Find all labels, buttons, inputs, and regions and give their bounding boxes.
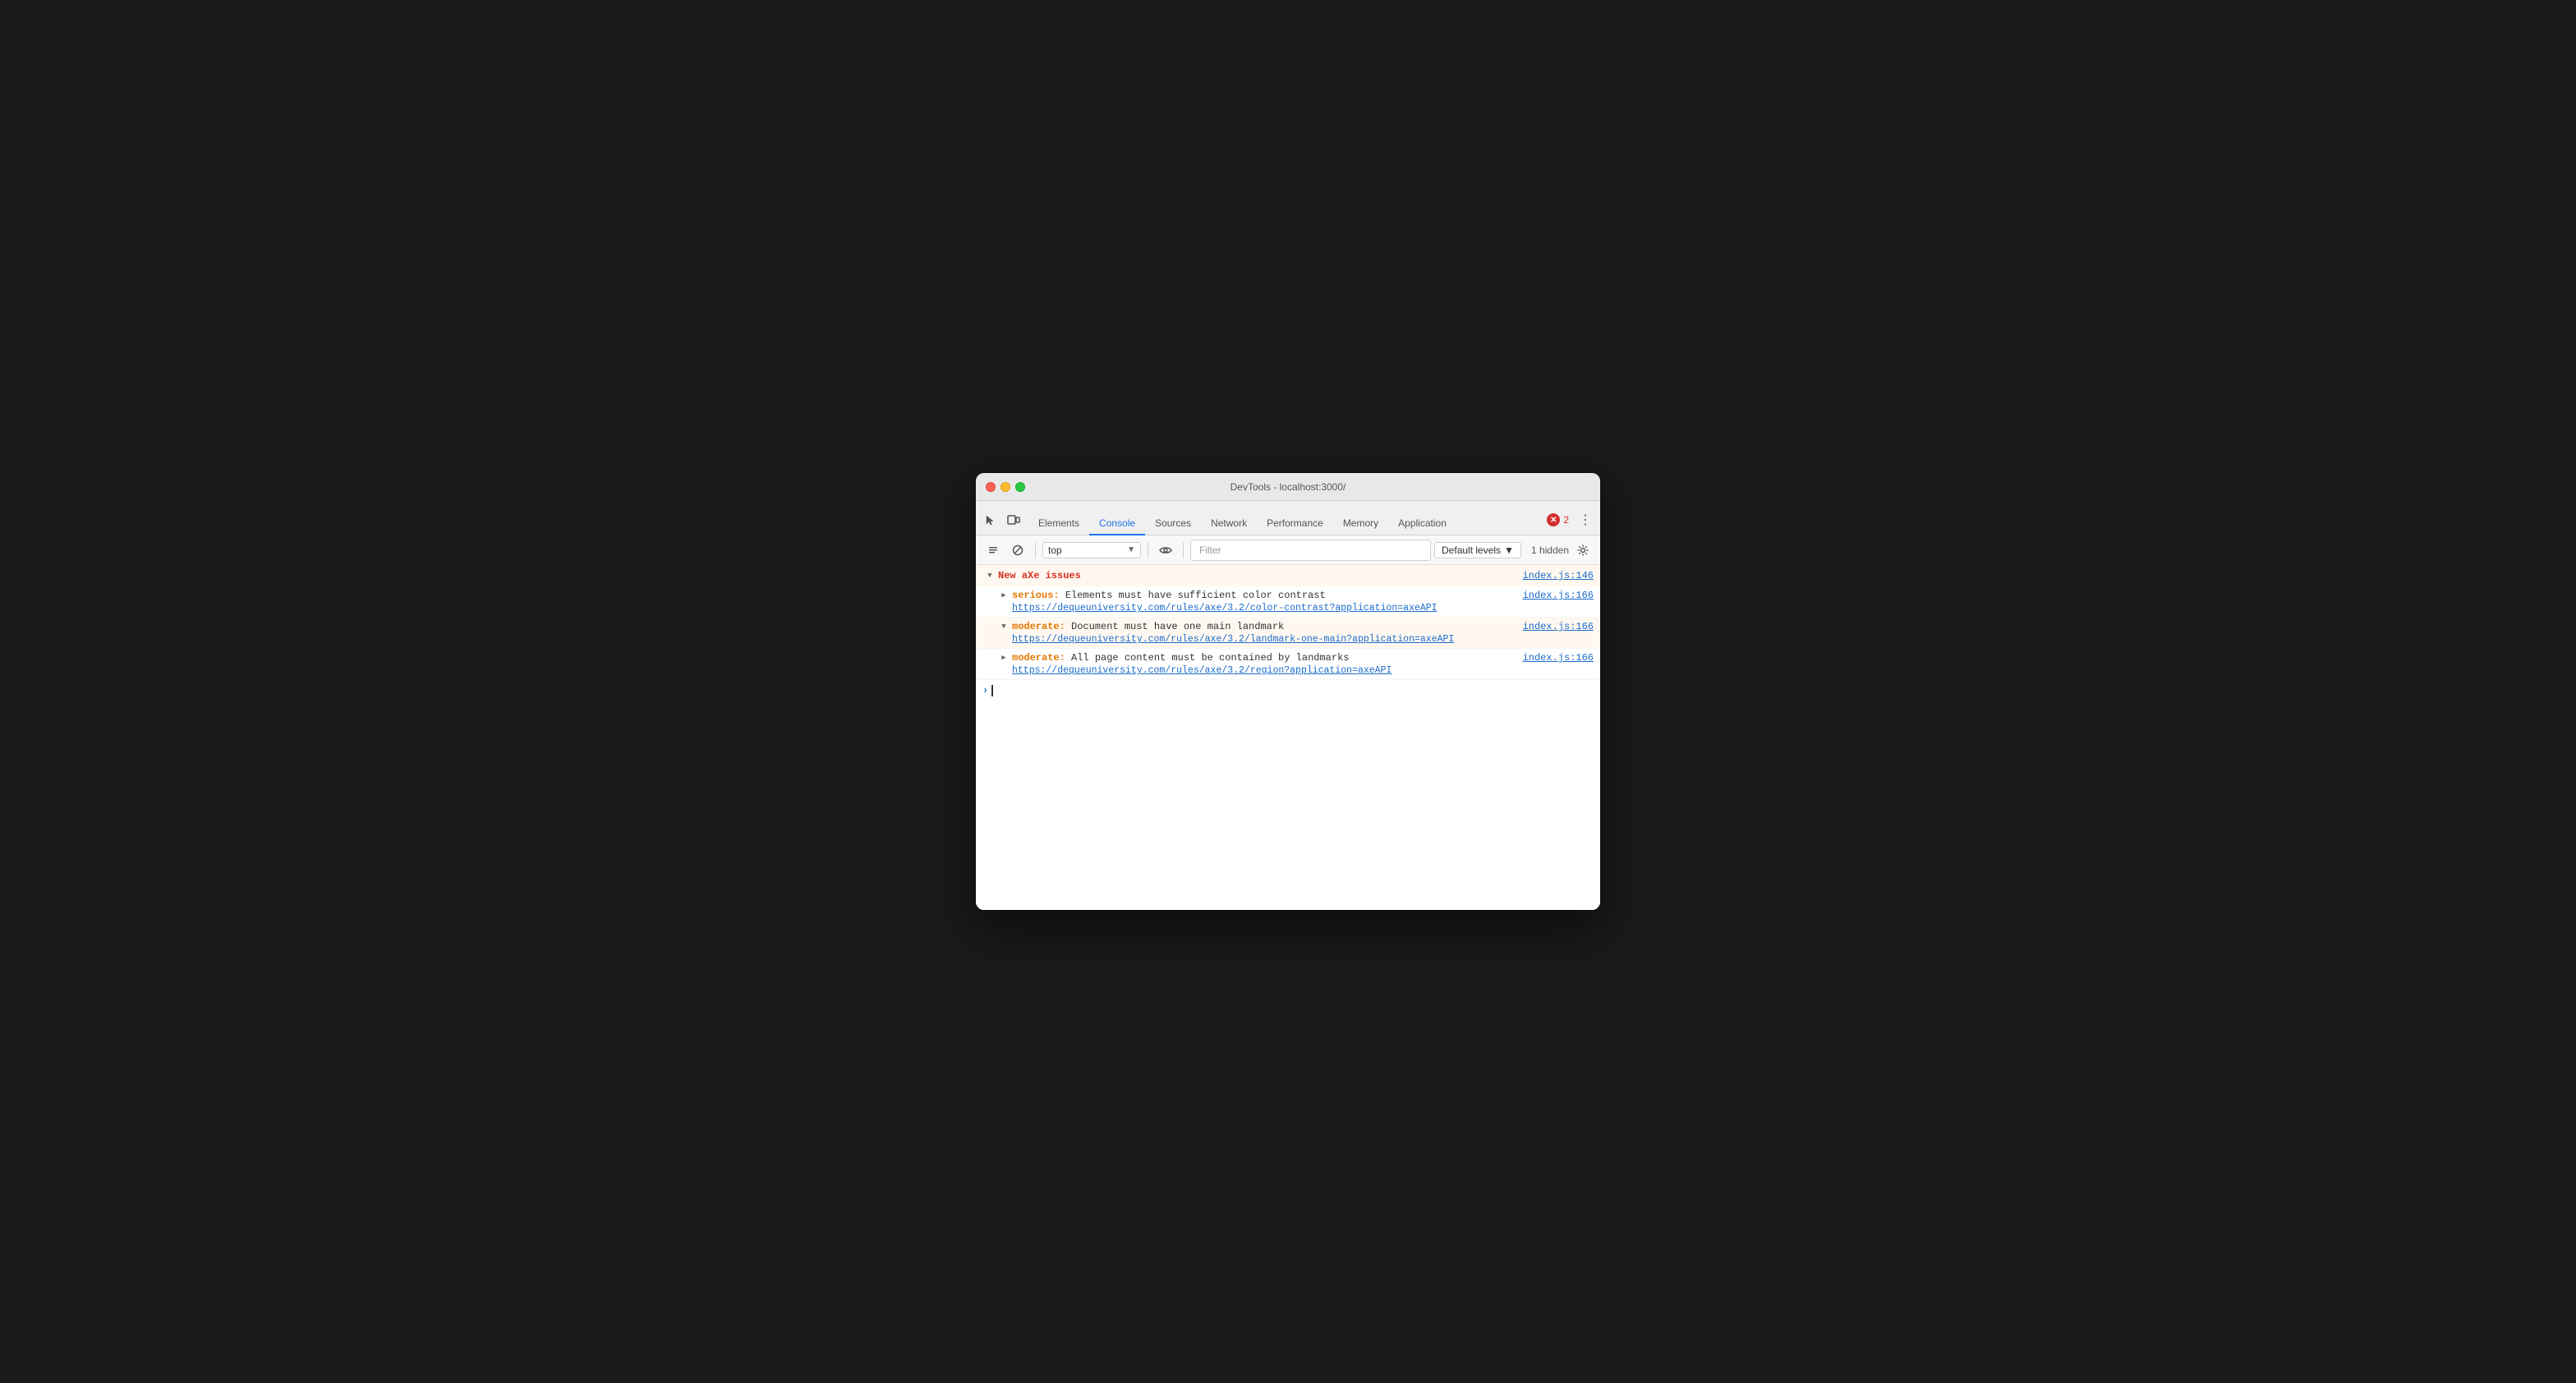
console-toolbar: top ▼ Default levels ▼ 1 hidden [976, 535, 1600, 565]
tab-console[interactable]: Console [1089, 511, 1145, 535]
item-toggle-serious[interactable]: ▶ [999, 590, 1009, 600]
tab-application[interactable]: Application [1388, 511, 1456, 535]
levels-label: Default levels [1442, 544, 1501, 556]
issue-ref-moderate-1[interactable]: index.js:166 [1523, 621, 1594, 632]
tab-network[interactable]: Network [1201, 511, 1257, 535]
console-cursor [991, 685, 993, 696]
block-icon-button[interactable] [1007, 540, 1028, 561]
hidden-count: 1 hidden [1531, 544, 1569, 556]
console-input-line: › [976, 680, 1600, 701]
context-arrow: ▼ [1127, 545, 1135, 554]
issue-item-serious[interactable]: ▶ serious: Elements must have sufficient… [976, 586, 1600, 618]
tab-sources[interactable]: Sources [1145, 511, 1201, 535]
severity-label-serious: serious: [1012, 590, 1060, 601]
devtools-window: DevTools - localhost:3000/ Elements Cons… [976, 473, 1600, 910]
eye-icon[interactable] [1155, 540, 1176, 561]
cursor-icon[interactable] [981, 510, 1000, 530]
group-title: New aXe issues [998, 570, 1081, 581]
group-line-ref[interactable]: index.js:146 [1523, 570, 1594, 581]
issue-link-moderate-1[interactable]: https://dequeuniversity.com/rules/axe/3.… [1012, 634, 1594, 645]
issue-item-moderate-1[interactable]: ▼ moderate: Document must have one main … [976, 618, 1600, 649]
clear-console-button[interactable] [982, 540, 1004, 561]
issue-item-header-moderate-2: ▶ moderate: All page content must be con… [999, 652, 1594, 664]
filter-input[interactable] [1196, 543, 1425, 558]
issue-item-header-moderate-1: ▼ moderate: Document must have one main … [999, 621, 1594, 632]
minimize-button[interactable] [1000, 482, 1010, 492]
item-toggle-moderate-2[interactable]: ▶ [999, 653, 1009, 663]
issue-message-moderate-1: Document must have one main landmark [1065, 621, 1523, 632]
error-badge[interactable]: ✕ 2 [1547, 513, 1569, 526]
close-button[interactable] [986, 482, 996, 492]
nav-right: ✕ 2 ⋮ [1547, 510, 1595, 535]
issue-link-moderate-2[interactable]: https://dequeuniversity.com/rules/axe/3.… [1012, 665, 1594, 676]
nav-bar: Elements Console Sources Network Perform… [976, 501, 1600, 535]
issue-message-serious: Elements must have sufficient color cont… [1060, 590, 1523, 601]
levels-arrow: ▼ [1504, 544, 1514, 556]
item-toggle-moderate-1[interactable]: ▼ [999, 622, 1009, 632]
issue-link-serious[interactable]: https://dequeuniversity.com/rules/axe/3.… [1012, 603, 1594, 613]
tab-performance[interactable]: Performance [1257, 511, 1333, 535]
issue-item-moderate-2[interactable]: ▶ moderate: All page content must be con… [976, 649, 1600, 680]
group-toggle-icon[interactable]: ▼ [985, 571, 995, 581]
severity-label-moderate-2: moderate: [1012, 652, 1065, 664]
issue-ref-serious[interactable]: index.js:166 [1523, 590, 1594, 601]
toolbar-separator-1 [1035, 542, 1036, 558]
issue-group-header[interactable]: ▼ New aXe issues index.js:146 [976, 565, 1600, 586]
severity-label-moderate-1: moderate: [1012, 621, 1065, 632]
title-bar: DevTools - localhost:3000/ [976, 473, 1600, 501]
window-title: DevTools - localhost:3000/ [1230, 481, 1346, 493]
issue-ref-moderate-2[interactable]: index.js:166 [1523, 652, 1594, 664]
nav-icons [981, 510, 1024, 535]
device-toggle-icon[interactable] [1004, 510, 1024, 530]
console-content: ▼ New aXe issues index.js:146 ▶ serious:… [976, 565, 1600, 910]
settings-button[interactable] [1572, 540, 1594, 561]
filter-section [1190, 540, 1431, 561]
issue-item-header-serious: ▶ serious: Elements must have sufficient… [999, 590, 1594, 601]
error-count: 2 [1563, 514, 1569, 526]
tab-memory[interactable]: Memory [1333, 511, 1388, 535]
levels-dropdown[interactable]: Default levels ▼ [1434, 542, 1521, 558]
traffic-lights [986, 482, 1025, 492]
more-menu-button[interactable]: ⋮ [1576, 510, 1595, 530]
maximize-button[interactable] [1015, 482, 1025, 492]
console-prompt: › [982, 685, 988, 696]
issue-message-moderate-2: All page content must be contained by la… [1065, 652, 1523, 664]
toolbar-separator-3 [1183, 542, 1184, 558]
context-value: top [1048, 544, 1062, 556]
tab-elements[interactable]: Elements [1028, 511, 1089, 535]
error-icon: ✕ [1547, 513, 1560, 526]
context-selector[interactable]: top ▼ [1042, 542, 1141, 558]
